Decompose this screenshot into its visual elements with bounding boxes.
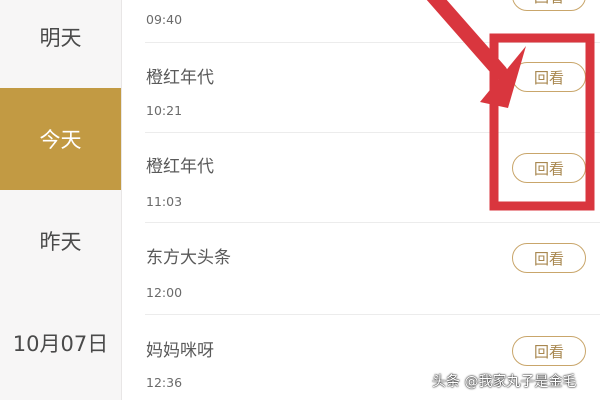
day-tab-label: 今天 [39, 128, 82, 152]
program-time: 12:00 [146, 285, 183, 300]
day-tab-today[interactable]: 今天 [0, 88, 121, 190]
watermark-text: 头条 @我家丸子是金毛 [432, 374, 577, 390]
program-row: 09:40 回看 [121, 0, 600, 42]
day-tab-oct-07[interactable]: 10月07日 [0, 292, 121, 394]
day-tab-label: 10月07日 [12, 332, 109, 356]
program-row: 橙红年代 10:21 回看 [121, 42, 600, 132]
day-tab-tomorrow[interactable]: 明天 [0, 0, 121, 88]
replay-button[interactable]: 回看 [512, 62, 586, 92]
day-tab-label: 昨天 [39, 230, 82, 254]
program-title: 东方大头条 [146, 248, 231, 268]
program-time: 10:21 [146, 103, 183, 118]
replay-button[interactable]: 回看 [512, 0, 586, 11]
replay-button[interactable]: 回看 [512, 336, 586, 366]
day-tab-label: 明天 [39, 26, 82, 50]
replay-button[interactable]: 回看 [512, 153, 586, 183]
program-row: 橙红年代 11:03 回看 [121, 132, 600, 222]
program-list: 09:40 回看 橙红年代 10:21 回看 橙红年代 11:03 回看 东方大… [121, 0, 600, 400]
program-title: 橙红年代 [146, 68, 214, 88]
replay-button[interactable]: 回看 [512, 243, 586, 273]
date-sidebar: 明天 今天 昨天 10月07日 [0, 0, 122, 400]
program-time: 09:40 [146, 12, 183, 27]
program-title: 橙红年代 [146, 157, 214, 177]
program-time: 11:03 [146, 194, 183, 209]
program-title: 妈妈咪呀 [146, 341, 214, 361]
day-tab-yesterday[interactable]: 昨天 [0, 190, 121, 292]
program-time: 12:36 [146, 375, 183, 390]
program-row: 东方大头条 12:00 回看 [121, 222, 600, 314]
